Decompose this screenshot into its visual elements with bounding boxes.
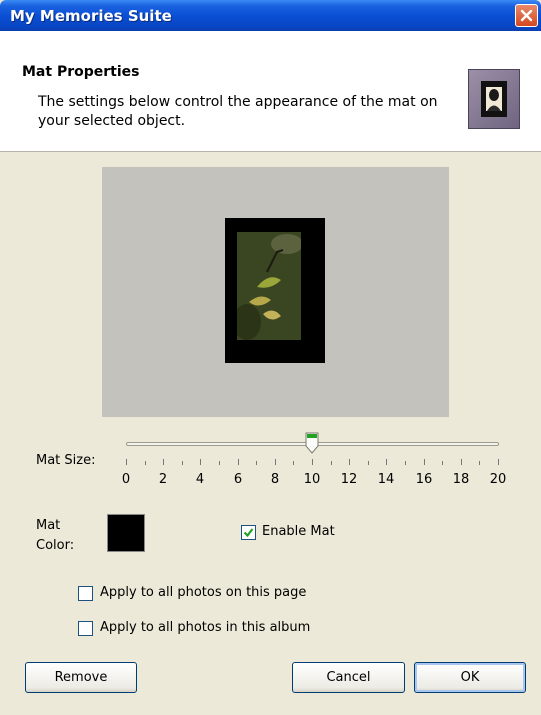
- slider-tick: [349, 459, 350, 465]
- slider-tick: [386, 459, 387, 465]
- slider-tick-label: 18: [452, 472, 470, 487]
- apply-album-label[interactable]: Apply to all photos in this album: [100, 620, 310, 635]
- slider-tick: [145, 461, 146, 465]
- cancel-button[interactable]: Cancel: [292, 662, 405, 693]
- apply-page-checkbox[interactable]: [78, 586, 93, 601]
- mat-color-swatch[interactable]: [107, 514, 145, 552]
- mat-properties-icon: [468, 69, 520, 129]
- check-icon: [243, 528, 254, 538]
- slider-tick: [126, 459, 127, 465]
- preview-photo: [237, 232, 301, 340]
- enable-mat-checkbox[interactable]: [241, 525, 256, 540]
- slider-tick-label: 10: [303, 472, 321, 487]
- slider-tick: [256, 461, 257, 465]
- slider-tick-label: 20: [489, 472, 507, 487]
- slider-tick-label: 14: [377, 472, 395, 487]
- slider-tick: [312, 459, 313, 465]
- mat-size-slider[interactable]: [126, 432, 499, 454]
- slider-thumb[interactable]: [305, 432, 319, 454]
- slider-tick: [293, 461, 294, 465]
- slider-tick: [238, 459, 239, 465]
- slider-tick-label: 8: [270, 472, 280, 487]
- slider-tick: [442, 461, 443, 465]
- header-title: Mat Properties: [22, 64, 140, 80]
- slider-tick: [405, 461, 406, 465]
- slider-tick: [331, 461, 332, 465]
- slider-tick: [461, 459, 462, 465]
- apply-album-checkbox[interactable]: [78, 621, 93, 636]
- slider-tick-label: 2: [158, 472, 168, 487]
- apply-page-label[interactable]: Apply to all photos on this page: [100, 585, 306, 600]
- dialog-header: [0, 31, 541, 152]
- slider-tick: [498, 459, 499, 465]
- title-bar[interactable]: My Memories Suite: [0, 0, 541, 31]
- slider-tick: [200, 459, 201, 465]
- enable-mat-label[interactable]: Enable Mat: [262, 524, 335, 539]
- slider-tick: [182, 461, 183, 465]
- close-icon: [520, 9, 533, 22]
- slider-tick: [163, 459, 164, 465]
- ok-button[interactable]: OK: [414, 662, 526, 693]
- slider-tick: [424, 459, 425, 465]
- slider-tick-label: 4: [195, 472, 205, 487]
- slider-tick: [479, 461, 480, 465]
- remove-button[interactable]: Remove: [25, 662, 137, 693]
- window-title: My Memories Suite: [10, 7, 172, 25]
- mat-size-label: Mat Size:: [36, 453, 96, 468]
- mat-color-label: Mat Color:: [36, 518, 75, 553]
- slider-tick: [368, 461, 369, 465]
- slider-tick-label: 0: [121, 472, 131, 487]
- close-button[interactable]: [515, 4, 538, 27]
- slider-tick-label: 16: [415, 472, 433, 487]
- header-description: The settings below control the appearanc…: [38, 94, 438, 129]
- slider-tick-label: 6: [233, 472, 243, 487]
- slider-tick: [219, 461, 220, 465]
- slider-tick: [275, 459, 276, 465]
- slider-tick-label: 12: [340, 472, 358, 487]
